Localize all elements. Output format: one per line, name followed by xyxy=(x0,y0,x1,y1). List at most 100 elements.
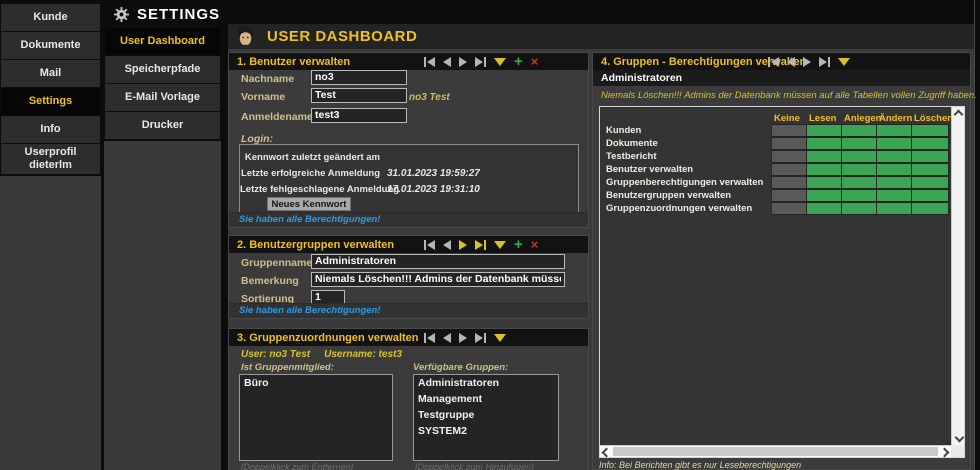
settings-nav-item-user-dashboard[interactable]: User Dashboard xyxy=(105,28,220,55)
nav-previous-icon[interactable] xyxy=(443,240,451,250)
permission-cell-granted[interactable] xyxy=(912,189,949,202)
settings-nav-item-drucker[interactable]: Drucker xyxy=(105,112,220,139)
scroll-left-icon[interactable] xyxy=(602,448,612,458)
permission-cell-granted[interactable] xyxy=(842,124,877,137)
nav-previous-icon[interactable] xyxy=(443,57,451,67)
sidebar-item-mail[interactable]: Mail xyxy=(1,60,100,87)
anmeldename-field[interactable] xyxy=(311,108,407,123)
nav-first-icon[interactable] xyxy=(424,333,435,343)
sidebar-item-userprofil-dieterlm[interactable]: Userprofil dieterlm xyxy=(1,144,100,174)
permission-cell-none[interactable] xyxy=(772,137,807,150)
filter-dropdown-icon[interactable] xyxy=(494,241,506,249)
permission-cell-granted[interactable] xyxy=(842,176,877,189)
permission-cell-granted[interactable] xyxy=(807,150,842,163)
table-row: Benutzer verwalten xyxy=(600,163,951,176)
sidebar-item-settings[interactable]: Settings xyxy=(1,88,100,115)
delete-record-icon[interactable]: × xyxy=(531,240,539,250)
settings-nav-item-e-mail-vorlage[interactable]: E-Mail Vorlage xyxy=(105,84,220,111)
row-label: Kunden xyxy=(600,124,772,137)
scroll-right-icon[interactable] xyxy=(940,448,950,458)
permission-cell-granted[interactable] xyxy=(877,137,912,150)
filter-dropdown-icon[interactable] xyxy=(494,334,506,342)
permission-cell-granted[interactable] xyxy=(807,189,842,202)
nav-next-icon[interactable] xyxy=(459,333,467,343)
permission-cell-granted[interactable] xyxy=(912,163,949,176)
nav-next-icon[interactable] xyxy=(803,57,811,67)
nav-next-icon[interactable] xyxy=(459,240,467,250)
permission-cell-granted[interactable] xyxy=(912,202,949,215)
nav-first-icon[interactable] xyxy=(768,57,779,67)
list-item[interactable]: Büro xyxy=(240,375,392,391)
bemerkung-field[interactable] xyxy=(311,272,565,287)
permission-cell-granted[interactable] xyxy=(842,137,877,150)
list-item[interactable]: SYSTEM2 xyxy=(414,423,558,439)
nav-last-icon[interactable] xyxy=(475,333,486,343)
new-password-button[interactable]: Neues Kennwort xyxy=(267,197,351,211)
permission-cell-granted[interactable] xyxy=(807,176,842,189)
top-band xyxy=(228,0,974,24)
sidebar-item-info[interactable]: Info xyxy=(1,116,100,143)
vertical-scrollbar[interactable] xyxy=(951,107,964,445)
anmeldename-label: Anmeldename xyxy=(241,111,313,123)
row-label: Gruppenzuordnungen verwalten xyxy=(600,202,772,215)
permission-cell-none[interactable] xyxy=(772,150,807,163)
vorname-field[interactable] xyxy=(311,88,407,103)
permission-cell-granted[interactable] xyxy=(842,189,877,202)
permission-cell-granted[interactable] xyxy=(877,202,912,215)
permission-cell-none[interactable] xyxy=(772,189,807,202)
nav-first-icon[interactable] xyxy=(424,57,435,67)
permission-cell-none[interactable] xyxy=(772,124,807,137)
list-item[interactable]: Testgruppe xyxy=(414,407,558,423)
gruppenname-field[interactable] xyxy=(311,254,565,269)
nav-first-icon[interactable] xyxy=(424,240,435,250)
nav-last-icon[interactable] xyxy=(819,57,830,67)
permission-cell-granted[interactable] xyxy=(807,163,842,176)
permission-cell-granted[interactable] xyxy=(912,150,949,163)
nav-previous-icon[interactable] xyxy=(787,57,795,67)
permission-cell-granted[interactable] xyxy=(842,202,877,215)
section2-status: Sie haben alle Berechtigungen! xyxy=(229,303,588,318)
nachname-field[interactable] xyxy=(311,70,407,85)
filter-dropdown-icon[interactable] xyxy=(494,58,506,66)
permission-cell-none[interactable] xyxy=(772,163,807,176)
scroll-down-icon[interactable] xyxy=(955,433,965,443)
delete-record-icon[interactable]: × xyxy=(531,57,539,67)
permission-cell-granted[interactable] xyxy=(877,189,912,202)
table-row: Kunden xyxy=(600,124,951,137)
permission-cell-granted[interactable] xyxy=(877,150,912,163)
settings-nav-item-speicherpfade[interactable]: Speicherpfade xyxy=(105,56,220,83)
permission-cell-granted[interactable] xyxy=(912,176,949,189)
nav-last-icon[interactable] xyxy=(475,240,486,250)
horizontal-scrollbar[interactable] xyxy=(600,445,951,457)
permission-cell-none[interactable] xyxy=(772,176,807,189)
list-item[interactable]: Management xyxy=(414,391,558,407)
sidebar-item-kunde[interactable]: Kunde xyxy=(1,4,100,31)
available-listbox[interactable]: AdministratorenManagementTestgruppeSYSTE… xyxy=(413,374,559,461)
permission-cell-granted[interactable] xyxy=(842,163,877,176)
nav-previous-icon[interactable] xyxy=(443,333,451,343)
member-list-label: Ist Gruppenmitglied: xyxy=(241,362,334,373)
column-header: Anlegen xyxy=(842,113,877,124)
permission-cell-granted[interactable] xyxy=(807,124,842,137)
permission-cell-granted[interactable] xyxy=(877,163,912,176)
scrollbar-thumb[interactable] xyxy=(613,447,938,456)
permission-cell-none[interactable] xyxy=(772,202,807,215)
nav-next-icon[interactable] xyxy=(459,57,467,67)
permission-cell-granted[interactable] xyxy=(842,150,877,163)
nachname-label: Nachname xyxy=(241,73,294,85)
filter-dropdown-icon[interactable] xyxy=(838,58,850,66)
nav-last-icon[interactable] xyxy=(475,57,486,67)
add-record-icon[interactable]: + xyxy=(514,240,523,250)
list-item[interactable]: Administratoren xyxy=(414,375,558,391)
scroll-up-icon[interactable] xyxy=(953,110,963,120)
sidebar-item-dokumente[interactable]: Dokumente xyxy=(1,32,100,59)
permission-cell-granted[interactable] xyxy=(807,137,842,150)
add-record-icon[interactable]: + xyxy=(514,57,523,67)
permission-cell-granted[interactable] xyxy=(807,202,842,215)
settings-header: SETTINGS xyxy=(105,0,220,28)
permission-cell-granted[interactable] xyxy=(912,124,949,137)
permission-cell-granted[interactable] xyxy=(912,137,949,150)
permission-cell-granted[interactable] xyxy=(877,124,912,137)
member-listbox[interactable]: Büro xyxy=(239,374,393,461)
permission-cell-granted[interactable] xyxy=(877,176,912,189)
